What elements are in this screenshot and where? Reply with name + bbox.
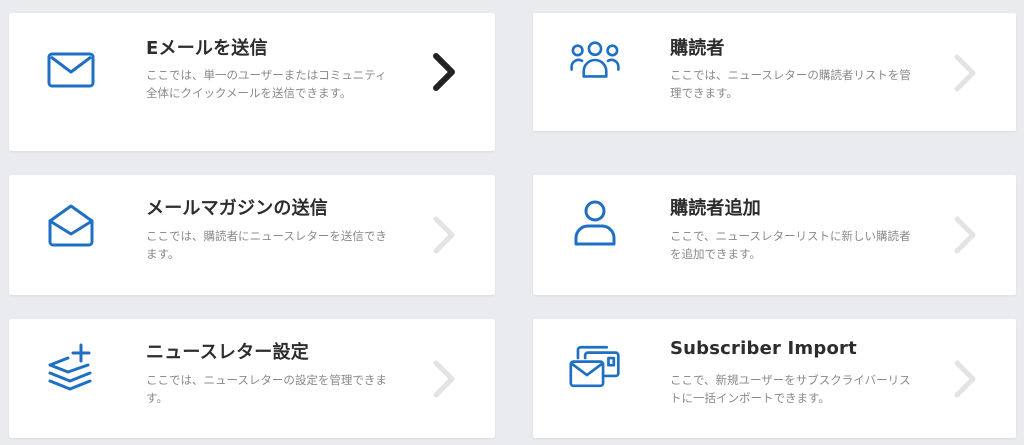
card-title: Subscriber Import	[670, 338, 857, 359]
card-description: ここで、ニュースレターリストに新しい購読者を追加できます。	[670, 229, 911, 261]
card-title: Eメールを送信	[146, 38, 268, 59]
chevron-right-icon[interactable]	[950, 53, 980, 93]
card-add-subscriber[interactable]: 購読者追加 ここで、ニュースレターリストに新しい購読者を追加できます。	[533, 175, 1016, 295]
card-subscriber-import[interactable]: Subscriber Import ここで、新規ユーザーをサブスクライバーリスト…	[533, 319, 1016, 438]
chevron-right-icon[interactable]	[429, 52, 459, 92]
users-group-icon	[569, 34, 621, 86]
card-description: ここでは、購読者にニュースレターを送信できます。	[146, 229, 387, 261]
card-title: 購読者追加	[670, 198, 761, 219]
card-send-email[interactable]: Eメールを送信 ここでは、単一のユーザーまたはコミュニティ全体にクイックメールを…	[9, 13, 495, 151]
card-subscribers[interactable]: 購読者 ここでは、ニュースレターの購読者リストを管理できます。	[533, 13, 1016, 131]
envelope-open-icon	[45, 199, 97, 251]
layers-plus-icon	[45, 341, 97, 393]
card-title: メールマガジンの送信	[146, 198, 328, 219]
envelope-icon	[45, 44, 97, 96]
card-description: ここでは、ニュースレターの設定を管理できます。	[146, 373, 387, 405]
chevron-right-icon[interactable]	[429, 215, 459, 255]
chevron-right-icon[interactable]	[950, 215, 980, 255]
card-description: ここでは、単一のユーザーまたはコミュニティ全体にクイックメールを送信できます。	[146, 68, 387, 100]
user-icon	[569, 197, 621, 249]
chevron-right-icon[interactable]	[950, 359, 980, 399]
card-title: ニュースレター設定	[146, 342, 309, 363]
card-title: 購読者	[670, 38, 725, 59]
chevron-right-icon[interactable]	[429, 359, 459, 399]
import-mail-icon	[569, 341, 621, 393]
card-newsletter-settings[interactable]: ニュースレター設定 ここでは、ニュースレターの設定を管理できます。	[9, 319, 495, 438]
card-description: ここでは、ニュースレターの購読者リストを管理できます。	[670, 68, 911, 100]
card-description: ここで、新規ユーザーをサブスクライバーリストに一括インポートできます。	[670, 373, 911, 405]
card-send-newsletter[interactable]: メールマガジンの送信 ここでは、購読者にニュースレターを送信できます。	[9, 175, 495, 295]
